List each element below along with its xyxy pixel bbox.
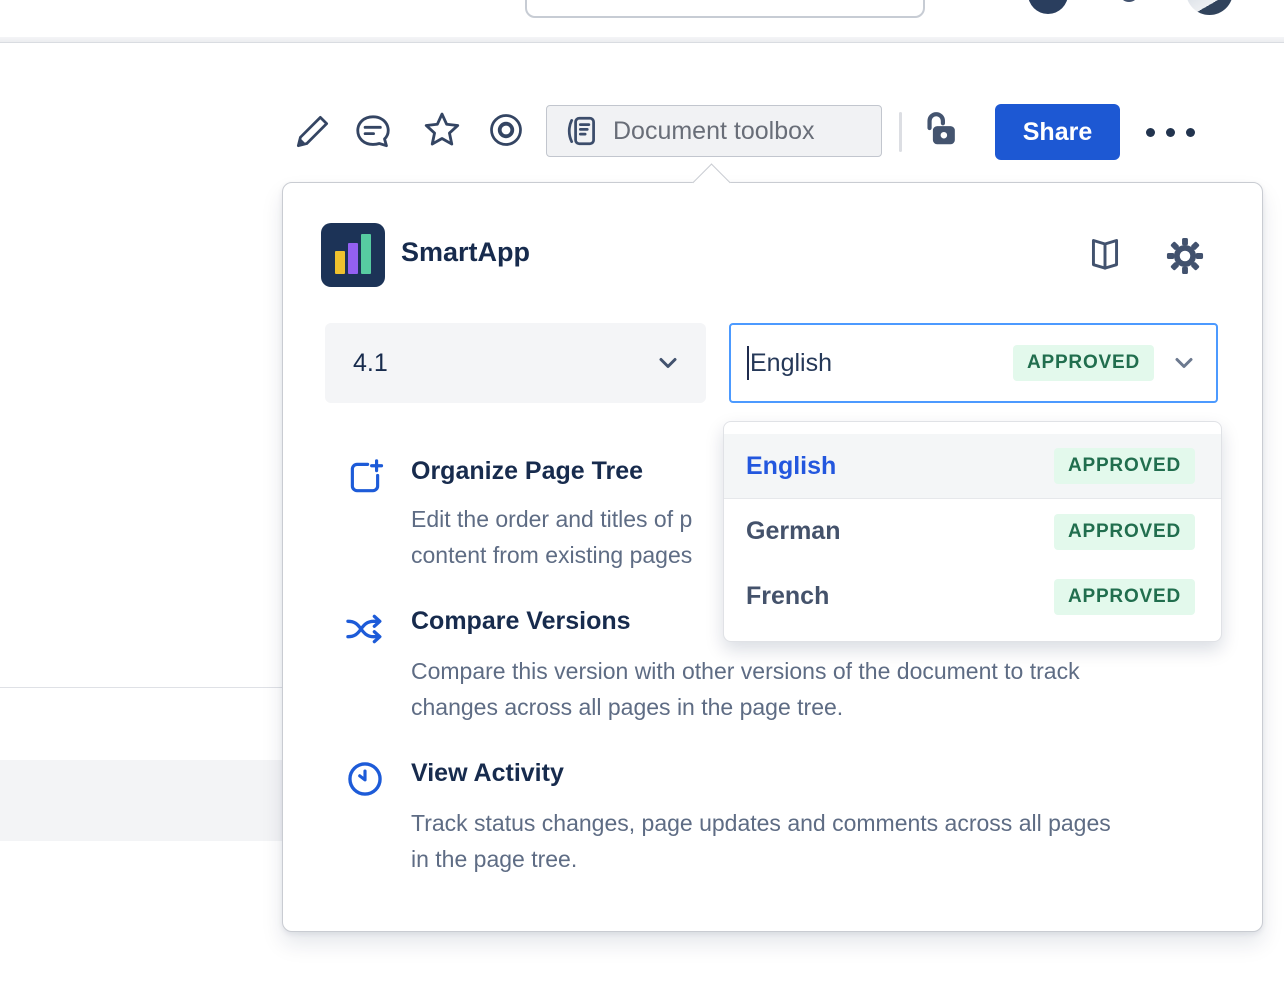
share-button[interactable]: Share (995, 104, 1120, 160)
logo-bar (361, 234, 371, 274)
view-activity-description: Track status changes, page updates and c… (411, 805, 1111, 877)
organize-page-tree-description: Edit the order and titles of p content f… (411, 501, 692, 573)
help-icon[interactable] (1119, 0, 1139, 2)
language-menu: English APPROVED German APPROVED French … (723, 421, 1222, 642)
favorite-star-icon[interactable] (421, 109, 463, 151)
toolbar-divider (899, 112, 902, 152)
popup-caret (692, 163, 730, 201)
dot (1166, 128, 1175, 137)
language-option-label: English (746, 452, 836, 481)
version-select[interactable]: 4.1 (325, 323, 706, 403)
search-input[interactable] (525, 0, 925, 18)
clock-icon (345, 759, 385, 799)
page: Document toolbox Share SmartApp (0, 0, 1284, 1006)
compare-versions-description: Compare this version with other versions… (411, 653, 1080, 725)
document-toolbox-popup: SmartApp (282, 182, 1263, 932)
header-divider (0, 37, 1284, 43)
page-add-icon (345, 457, 385, 497)
language-option-english[interactable]: English APPROVED (724, 434, 1221, 499)
document-toolbox-icon (565, 113, 601, 149)
compare-versions-title[interactable]: Compare Versions (411, 607, 631, 636)
table-row-band (0, 760, 292, 841)
status-badge: APPROVED (1054, 448, 1195, 484)
dot (1146, 128, 1155, 137)
language-combobox[interactable]: English APPROVED (729, 323, 1218, 403)
status-badge: APPROVED (1013, 345, 1154, 381)
documentation-book-icon[interactable] (1083, 233, 1127, 277)
status-badge: APPROVED (1054, 514, 1195, 550)
chevron-down-icon (654, 349, 682, 377)
settings-gear-icon[interactable] (1163, 234, 1207, 278)
chevron-down-icon (1170, 349, 1198, 377)
dot (1186, 128, 1195, 137)
language-option-label: French (746, 582, 829, 611)
version-select-value: 4.1 (353, 349, 388, 378)
view-activity-title[interactable]: View Activity (411, 759, 564, 788)
organize-page-tree-title[interactable]: Organize Page Tree (411, 457, 643, 486)
app-title: SmartApp (401, 237, 530, 268)
language-option-french[interactable]: French APPROVED (724, 564, 1221, 629)
content-divider (0, 687, 292, 688)
edit-pencil-icon[interactable] (292, 110, 334, 152)
more-actions-button[interactable] (1146, 124, 1206, 140)
status-badge: APPROVED (1054, 579, 1195, 615)
language-option-german[interactable]: German APPROVED (724, 499, 1221, 564)
logo-bar (348, 243, 358, 274)
document-toolbox-button[interactable]: Document toolbox (546, 105, 882, 157)
document-toolbox-label: Document toolbox (613, 117, 815, 146)
shuffle-arrows-icon (343, 607, 383, 647)
comments-icon[interactable] (352, 110, 394, 152)
logo-bar (335, 251, 345, 274)
avatar[interactable] (1028, 0, 1068, 14)
avatar[interactable] (1186, 0, 1233, 15)
smartapp-logo (321, 223, 385, 287)
text-cursor (747, 346, 749, 380)
language-combobox-value: English (750, 349, 1013, 378)
watch-icon[interactable] (485, 109, 527, 151)
unlock-icon[interactable] (920, 108, 962, 150)
language-option-label: German (746, 517, 840, 546)
